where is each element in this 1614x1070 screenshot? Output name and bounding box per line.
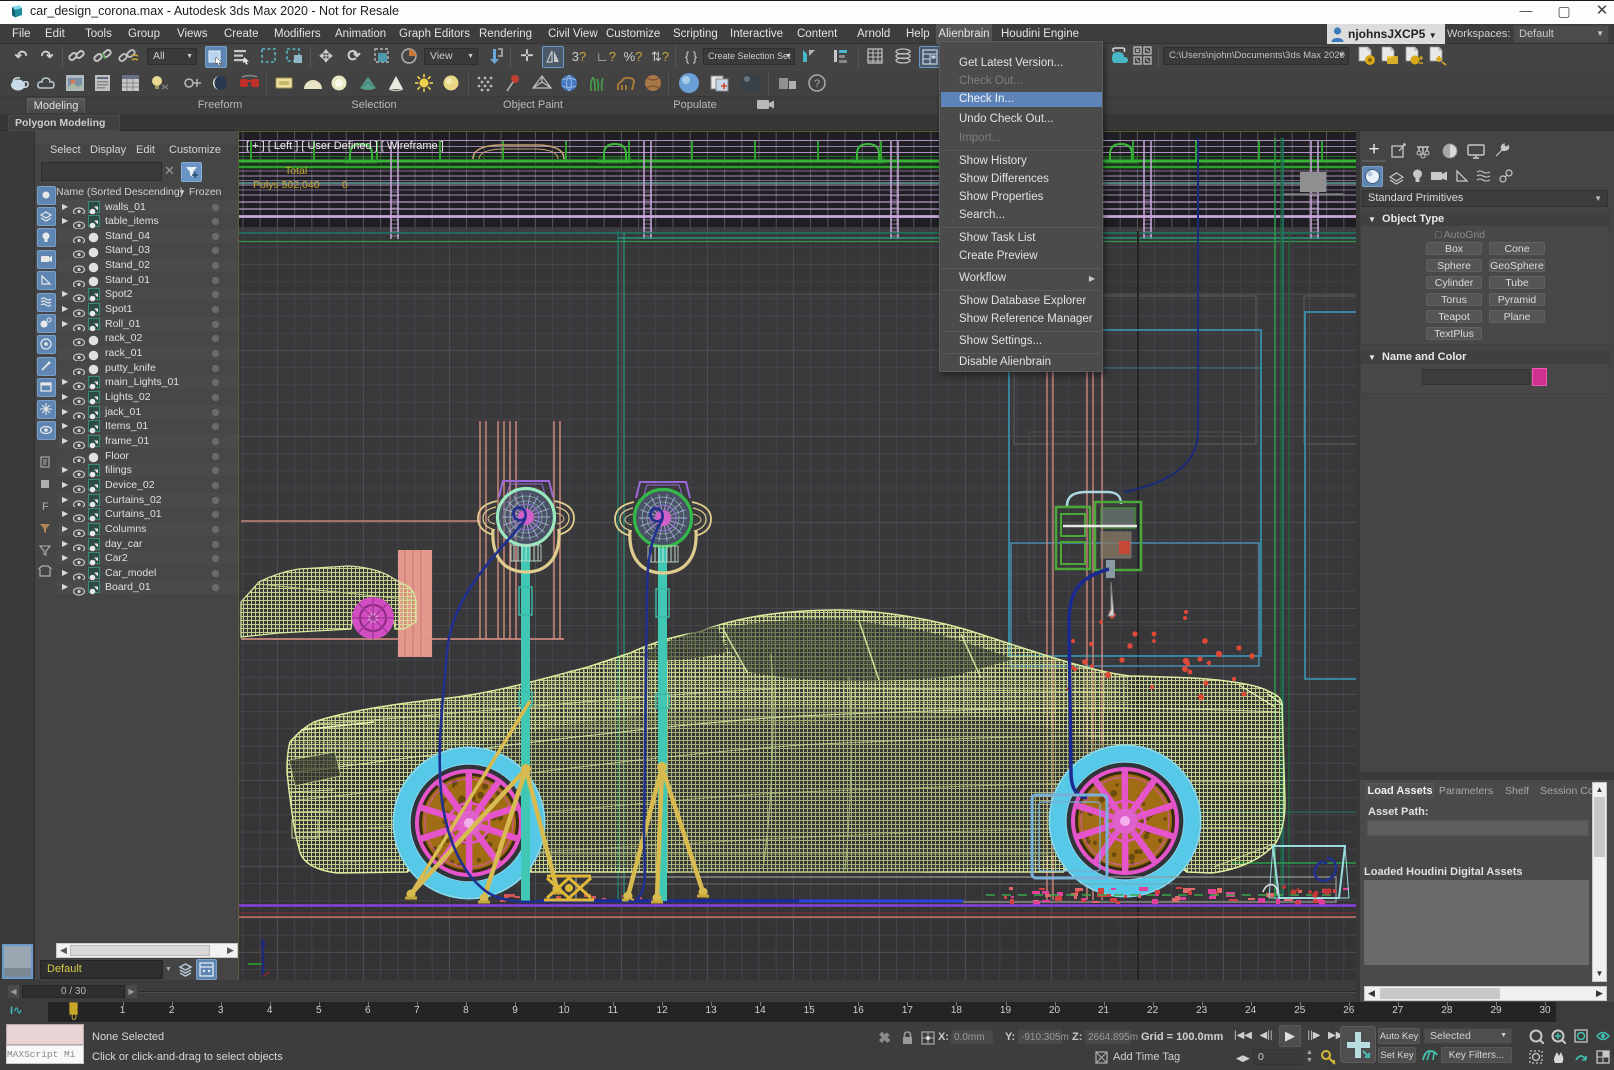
svg-text:?: ?: [814, 78, 820, 90]
svg-text:F: F: [42, 501, 49, 513]
